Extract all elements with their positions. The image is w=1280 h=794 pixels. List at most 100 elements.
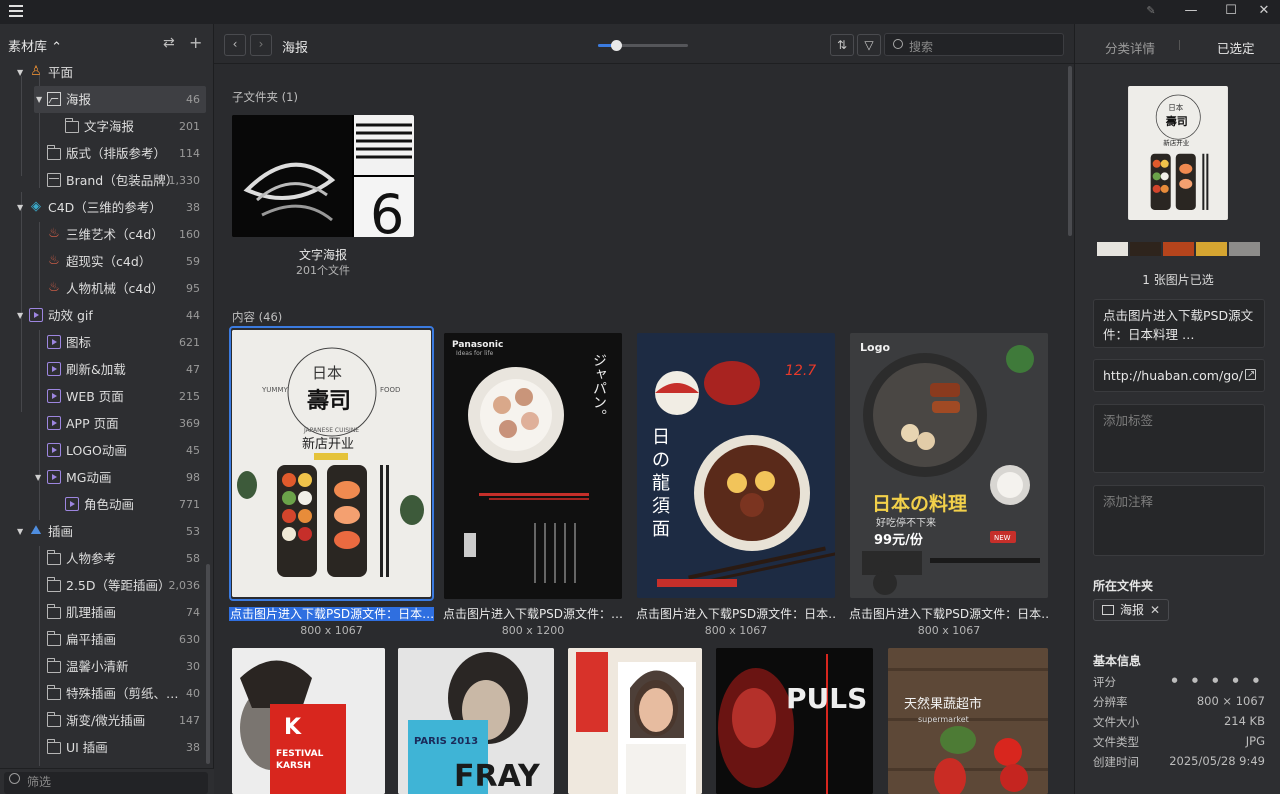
sidebar: 素材库 ⌃ ⇄ + ▼ ♙ 平面 ▼ 海报 46 文字海报 201 版式（排版参…	[0, 24, 214, 794]
svg-text:ジャパン。: ジャパン。	[591, 353, 607, 423]
color-swatch[interactable]	[1229, 242, 1260, 256]
notes-field[interactable]: 添加注释	[1093, 485, 1265, 556]
tree-node-people[interactable]: 人物参考 58	[0, 545, 214, 572]
svg-text:FOOD: FOOD	[380, 386, 400, 394]
svg-text:の: の	[652, 450, 670, 471]
asset-caption: 点击图片进入下载PSD源文件：…	[442, 607, 624, 621]
tree-node-character[interactable]: 角色动画 771	[0, 491, 214, 518]
svg-text:supermarket: supermarket	[918, 715, 969, 724]
tree-node-flat[interactable]: 扁平插画 630	[0, 626, 214, 653]
tree-node-plane[interactable]: ▼ ♙ 平面	[0, 62, 214, 86]
tab-selected[interactable]: 已选定	[1217, 38, 1255, 57]
tags-field[interactable]: 添加标签	[1093, 404, 1265, 473]
tree-node-illustration[interactable]: ▼ ⛰ 插画 53	[0, 518, 214, 545]
color-swatch[interactable]	[1130, 242, 1161, 256]
asset-thumbnail[interactable]: K FESTIVAL KARSH	[232, 648, 385, 794]
zoom-slider[interactable]	[598, 40, 688, 51]
folder-icon	[47, 145, 61, 160]
asset-thumbnail[interactable]: PULS	[716, 648, 873, 794]
tree-node-text-poster[interactable]: 文字海报 201	[0, 113, 214, 140]
selected-preview[interactable]: 日本 壽司 新店开业	[1128, 86, 1228, 220]
search-input[interactable]: 搜索	[884, 33, 1064, 56]
asset-caption: 点击图片进入下载PSD源文件：日本…	[229, 607, 434, 621]
pin-icon[interactable]: ✎	[1131, 0, 1171, 24]
tree-node-warm[interactable]: 温馨小清新 30	[0, 653, 214, 680]
app-window: ✎ — ☐ ✕ 素材库 ⌃ ⇄ + ▼ ♙ 平面 ▼ 海报 46 文字海报 20…	[0, 0, 1280, 794]
asset-thumbnail[interactable]: Logo 日本の料理 好吃停不下来 99元/份 NEW	[850, 333, 1048, 598]
title-field[interactable]: 点击图片进入下载PSD源文件：日本料理 …	[1093, 299, 1265, 348]
sort-button[interactable]: ⇅	[830, 34, 854, 56]
color-swatch[interactable]	[1196, 242, 1227, 256]
cube-icon: ◈	[31, 199, 41, 214]
tree-node-app[interactable]: APP 页面 369	[0, 410, 214, 437]
folder-icon	[47, 550, 61, 565]
hamburger-menu-icon[interactable]	[9, 5, 23, 19]
sort-swap-icon[interactable]: ⇄	[163, 35, 175, 51]
tree-node-icons[interactable]: 图标 621	[0, 329, 214, 356]
inspector-tabs: 分类详情 已选定	[1075, 24, 1280, 64]
gif-icon	[29, 308, 43, 322]
color-swatch[interactable]	[1163, 242, 1194, 256]
tree-node-3d-art[interactable]: ♨ 三维艺术（c4d） 160	[0, 221, 214, 248]
asset-caption: 点击图片进入下载PSD源文件：日本…	[849, 607, 1049, 621]
library-switcher[interactable]: 素材库 ⌃	[8, 40, 62, 55]
svg-text:6: 6	[370, 183, 404, 237]
search-icon	[9, 773, 20, 784]
asset-thumbnail[interactable]	[568, 648, 702, 794]
library-header: 素材库 ⌃ ⇄ +	[0, 24, 213, 64]
remove-icon[interactable]: ✕	[1150, 603, 1160, 617]
filter-button[interactable]: ▽	[857, 34, 881, 56]
forward-button[interactable]: ›	[250, 34, 272, 56]
svg-text:Panasonic: Panasonic	[452, 340, 503, 350]
tree-node-poster[interactable]: ▼ 海报 46	[34, 86, 206, 113]
selected-count: 1 张图片已选	[1142, 273, 1214, 287]
sidebar-scrollbar[interactable]	[206, 564, 210, 764]
svg-text:FRAY: FRAY	[454, 759, 541, 794]
zoom-knob[interactable]	[611, 40, 622, 51]
svg-text:新店开业: 新店开业	[1163, 138, 1190, 147]
svg-text:日本: 日本	[1168, 102, 1184, 112]
tree-node-c4d[interactable]: ▼ ◈ C4D（三维的参考） 38	[0, 194, 214, 221]
tree-node-special[interactable]: 特殊插画（剪纸、… 40	[0, 680, 214, 707]
tree-node-gif[interactable]: ▼ 动效 gif 44	[0, 302, 214, 329]
info-row-rating: 评分 ● ● ● ● ●	[1093, 675, 1265, 689]
tree-node-layout[interactable]: 版式（排版参考） 114	[0, 140, 214, 167]
add-icon[interactable]: +	[189, 33, 202, 52]
svg-text:12.7: 12.7	[785, 363, 816, 379]
subfolder-thumbnail[interactable]: 6	[232, 115, 414, 237]
open-link-icon[interactable]	[1245, 365, 1256, 384]
tree-node-web[interactable]: WEB 页面 215	[0, 383, 214, 410]
back-button[interactable]: ‹	[224, 34, 246, 56]
rating-stars[interactable]: ● ● ● ● ●	[1172, 676, 1265, 684]
tree-node-surreal[interactable]: ♨ 超现实（c4d） 59	[0, 248, 214, 275]
tree-node-mech[interactable]: ♨ 人物机械（c4d） 95	[0, 275, 214, 302]
content-scrollbar[interactable]	[1068, 66, 1072, 236]
tree-node-gradient[interactable]: 渐变/微光插画 147	[0, 707, 214, 734]
folder-chip[interactable]: 海报 ✕	[1093, 599, 1170, 621]
tree-node-mg[interactable]: ▼ MG动画 98	[0, 464, 214, 491]
asset-thumbnail[interactable]: Panasonic Ideas for life ジャパン。	[444, 333, 622, 599]
folder-icon	[65, 118, 79, 133]
preview-image: 日本 壽司 新店开业	[1128, 86, 1228, 220]
asset-thumbnail[interactable]: 12.7 日 の 龍 須 面	[637, 333, 835, 598]
tree-node-ui[interactable]: UI 插画 38	[0, 734, 214, 761]
asset-thumbnail[interactable]: 天然果蔬超市 supermarket	[888, 648, 1048, 794]
poster-panasonic: Panasonic Ideas for life ジャパン。	[444, 333, 622, 599]
tree-node-texture[interactable]: 肌理插画 74	[0, 599, 214, 626]
folder-icon	[47, 604, 61, 619]
tree-node-brand[interactable]: Brand（包装品牌） 1,330	[0, 167, 214, 194]
gif-icon	[47, 389, 61, 403]
poster-festival-karsh: K FESTIVAL KARSH	[232, 648, 385, 794]
tab-category-details[interactable]: 分类详情	[1105, 38, 1155, 57]
color-swatch[interactable]	[1097, 242, 1128, 256]
asset-thumbnail[interactable]: 日本 壽司 YUMMY FOOD JAPANESE CUISINE 新店开业	[232, 330, 431, 597]
tree-node-25d[interactable]: 2.5D（等距插画） 2,036	[0, 572, 214, 599]
tree-node-logo-anim[interactable]: LOGO动画 45	[0, 437, 214, 464]
svg-text:PARIS 2013: PARIS 2013	[414, 736, 478, 747]
close-button[interactable]: ✕	[1244, 0, 1280, 24]
url-field[interactable]: http://huaban.com/go/	[1093, 359, 1265, 392]
asset-size: 800 x 1067	[917, 624, 981, 637]
tree-node-refresh[interactable]: 刷新&加载 47	[0, 356, 214, 383]
minimize-button[interactable]: —	[1171, 0, 1211, 24]
asset-thumbnail[interactable]: PARIS 2013 FRAY	[398, 648, 554, 794]
